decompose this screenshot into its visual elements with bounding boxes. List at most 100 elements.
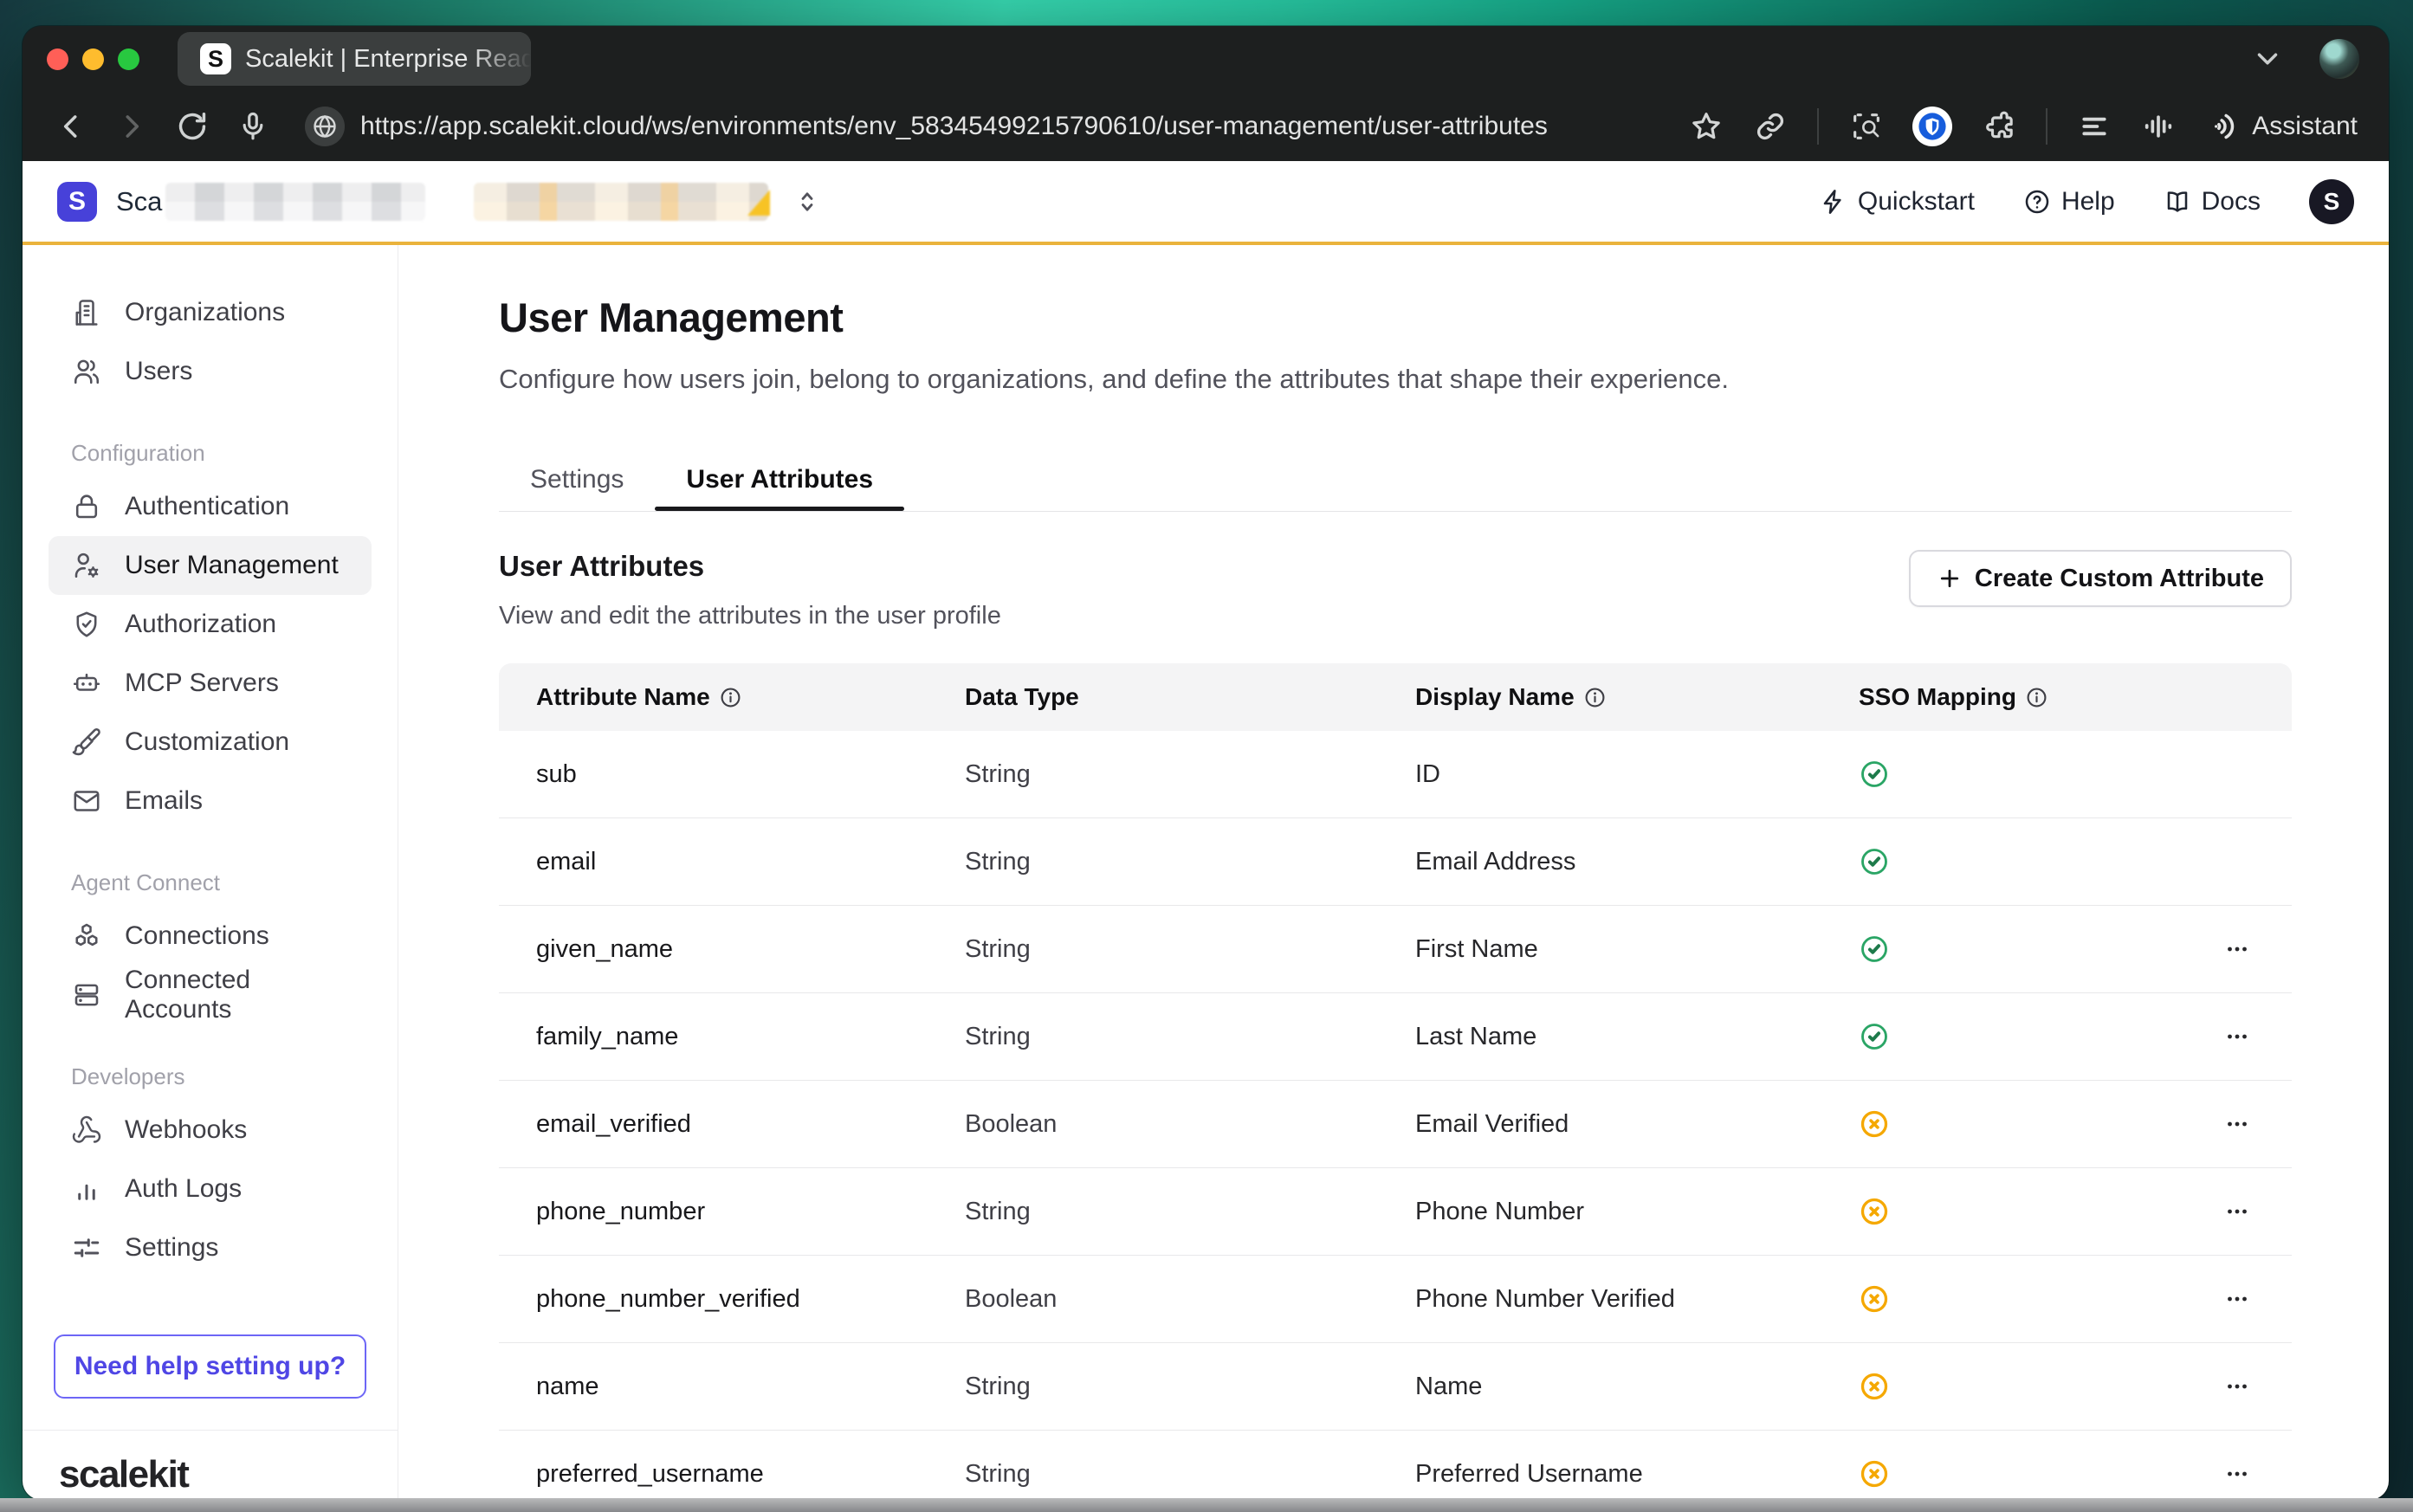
column-header-display-name: Display Name xyxy=(1415,683,1859,711)
servers-icon xyxy=(71,979,102,1011)
close-window-button[interactable] xyxy=(47,48,68,70)
section-heading: User Attributes xyxy=(499,550,1001,583)
page-subtitle: Configure how users join, belong to orga… xyxy=(499,364,2389,395)
sidebar-item-emails[interactable]: Emails xyxy=(49,772,372,830)
scalekit-logo-badge: S xyxy=(57,182,97,222)
browser-tab-bar: S Scalekit | Enterprise Ready A xyxy=(23,26,2389,92)
row-actions-menu-button[interactable] xyxy=(2222,1109,2252,1139)
copy-link-icon[interactable] xyxy=(1753,109,1788,144)
row-actions-menu-button[interactable] xyxy=(2222,1284,2252,1314)
zoom-window-button[interactable] xyxy=(118,48,139,70)
sidebar-item-user-management[interactable]: User Management xyxy=(49,536,372,595)
cell-data-type: String xyxy=(965,1460,1415,1489)
browser-window: S Scalekit | Enterprise Ready A xyxy=(23,26,2389,1500)
browser-tab[interactable]: S Scalekit | Enterprise Ready A xyxy=(178,32,531,86)
audio-waveform-icon[interactable] xyxy=(2141,109,2176,144)
sidebar-item-connected-accounts[interactable]: Connected Accounts xyxy=(49,966,372,1024)
row-actions-menu-button[interactable] xyxy=(2222,1459,2252,1489)
browser-profile-avatar[interactable] xyxy=(2319,39,2359,79)
sidebar-item-connections[interactable]: Connections xyxy=(49,907,372,966)
sidebar-item-webhooks[interactable]: Webhooks xyxy=(49,1101,372,1160)
create-custom-attribute-label: Create Custom Attribute xyxy=(1975,565,2264,593)
users-icon xyxy=(71,356,102,387)
row-actions-cell xyxy=(2149,934,2292,964)
tab-user-attributes[interactable]: User Attributes xyxy=(655,449,904,511)
sidebar-item-customization[interactable]: Customization xyxy=(49,713,372,772)
row-actions-menu-button[interactable] xyxy=(2222,1197,2252,1226)
cell-attribute-name: sub xyxy=(536,760,965,789)
quickstart-button[interactable]: Quickstart xyxy=(1820,187,1975,216)
info-icon[interactable] xyxy=(719,686,742,709)
sso-mapping-status-mapped xyxy=(1859,759,2149,790)
table-header-row: Attribute Name Data Type Display Name SSO M… xyxy=(499,663,2292,731)
row-actions-cell xyxy=(2149,1372,2292,1401)
cell-data-type: Boolean xyxy=(965,1285,1415,1314)
reader-list-icon[interactable] xyxy=(2077,109,2112,144)
microphone-icon[interactable] xyxy=(236,109,270,144)
cell-attribute-name: given_name xyxy=(536,935,965,964)
table-row-preferred_username: preferred_usernameStringPreferred Userna… xyxy=(499,1431,2292,1500)
book-icon xyxy=(2164,188,2191,216)
bookmark-star-icon[interactable] xyxy=(1689,109,1724,144)
row-actions-menu-button[interactable] xyxy=(2222,1372,2252,1401)
row-actions-menu-button[interactable] xyxy=(2222,1022,2252,1051)
info-icon[interactable] xyxy=(1583,686,1607,709)
plus-icon xyxy=(1937,565,1963,591)
cell-data-type: String xyxy=(965,935,1415,964)
assistant-button[interactable]: Assistant xyxy=(2205,109,2358,144)
sidebar-item-users[interactable]: Users xyxy=(49,342,372,401)
brush-icon xyxy=(71,727,102,758)
column-header-label: Attribute Name xyxy=(536,683,710,711)
extensions-puzzle-icon[interactable] xyxy=(1982,109,2016,144)
cell-data-type: Boolean xyxy=(965,1110,1415,1139)
capture-search-icon[interactable] xyxy=(1848,109,1883,144)
sidebar-item-label: User Management xyxy=(125,551,339,580)
user-gear-icon xyxy=(71,550,102,581)
workspace-name-redacted xyxy=(165,183,425,221)
sidebar-item-mcp-servers[interactable]: MCP Servers xyxy=(49,654,372,713)
sidebar-item-settings[interactable]: Settings xyxy=(49,1218,372,1277)
quickstart-label: Quickstart xyxy=(1858,187,1975,216)
address-bar[interactable]: https://app.scalekit.cloud/ws/environmen… xyxy=(305,107,1663,146)
minimize-window-button[interactable] xyxy=(82,48,104,70)
sidebar-item-label: Webhooks xyxy=(125,1115,247,1145)
column-header-label: Display Name xyxy=(1415,683,1575,711)
cell-display-name: Phone Number xyxy=(1415,1198,1859,1226)
sso-mapping-status-mapped xyxy=(1859,934,2149,965)
tabs-divider xyxy=(499,511,2292,512)
reload-button[interactable] xyxy=(175,109,210,144)
password-manager-extension-icon[interactable] xyxy=(1912,107,1952,146)
cell-display-name: Email Address xyxy=(1415,848,1859,876)
need-help-button[interactable]: Need help setting up? xyxy=(54,1334,366,1399)
sidebar-section-label: Agent Connect xyxy=(49,858,372,907)
webhook-icon xyxy=(71,1115,102,1146)
help-button[interactable]: Help xyxy=(2023,187,2115,216)
site-globe-icon xyxy=(305,107,345,146)
workspace-switcher-chevrons-icon[interactable] xyxy=(792,187,822,216)
sidebar-item-label: Customization xyxy=(125,727,289,757)
sidebar-item-authorization[interactable]: Authorization xyxy=(49,595,372,654)
cell-attribute-name: email xyxy=(536,848,965,876)
sidebar-item-label: Connected Accounts xyxy=(125,966,349,1024)
row-actions-menu-button[interactable] xyxy=(2222,934,2252,964)
sidebar-item-organizations[interactable]: Organizations xyxy=(49,283,372,342)
column-header-label: SSO Mapping xyxy=(1859,683,2016,711)
tab-title-fade xyxy=(470,32,531,86)
create-custom-attribute-button[interactable]: Create Custom Attribute xyxy=(1909,550,2292,607)
cell-display-name: First Name xyxy=(1415,935,1859,964)
info-icon[interactable] xyxy=(2025,686,2048,709)
user-avatar[interactable]: S xyxy=(2309,179,2354,224)
cell-display-name: Last Name xyxy=(1415,1023,1859,1051)
forward-button[interactable] xyxy=(114,109,149,144)
back-button[interactable] xyxy=(54,109,88,144)
tab-settings[interactable]: Settings xyxy=(499,449,655,511)
docs-button[interactable]: Docs xyxy=(2164,187,2261,216)
main-content: User Management Configure how users join… xyxy=(398,245,2389,1500)
tabbar-chevron-down-icon[interactable] xyxy=(2250,42,2285,76)
sidebar-item-auth-logs[interactable]: Auth Logs xyxy=(49,1160,372,1218)
user-attributes-table: Attribute Name Data Type Display Name SSO M… xyxy=(499,663,2292,1500)
column-header-label: Data Type xyxy=(965,683,1079,711)
cell-attribute-name: name xyxy=(536,1373,965,1401)
sidebar-item-authentication[interactable]: Authentication xyxy=(49,477,372,536)
tab-list: SettingsUser Attributes xyxy=(499,449,2389,511)
